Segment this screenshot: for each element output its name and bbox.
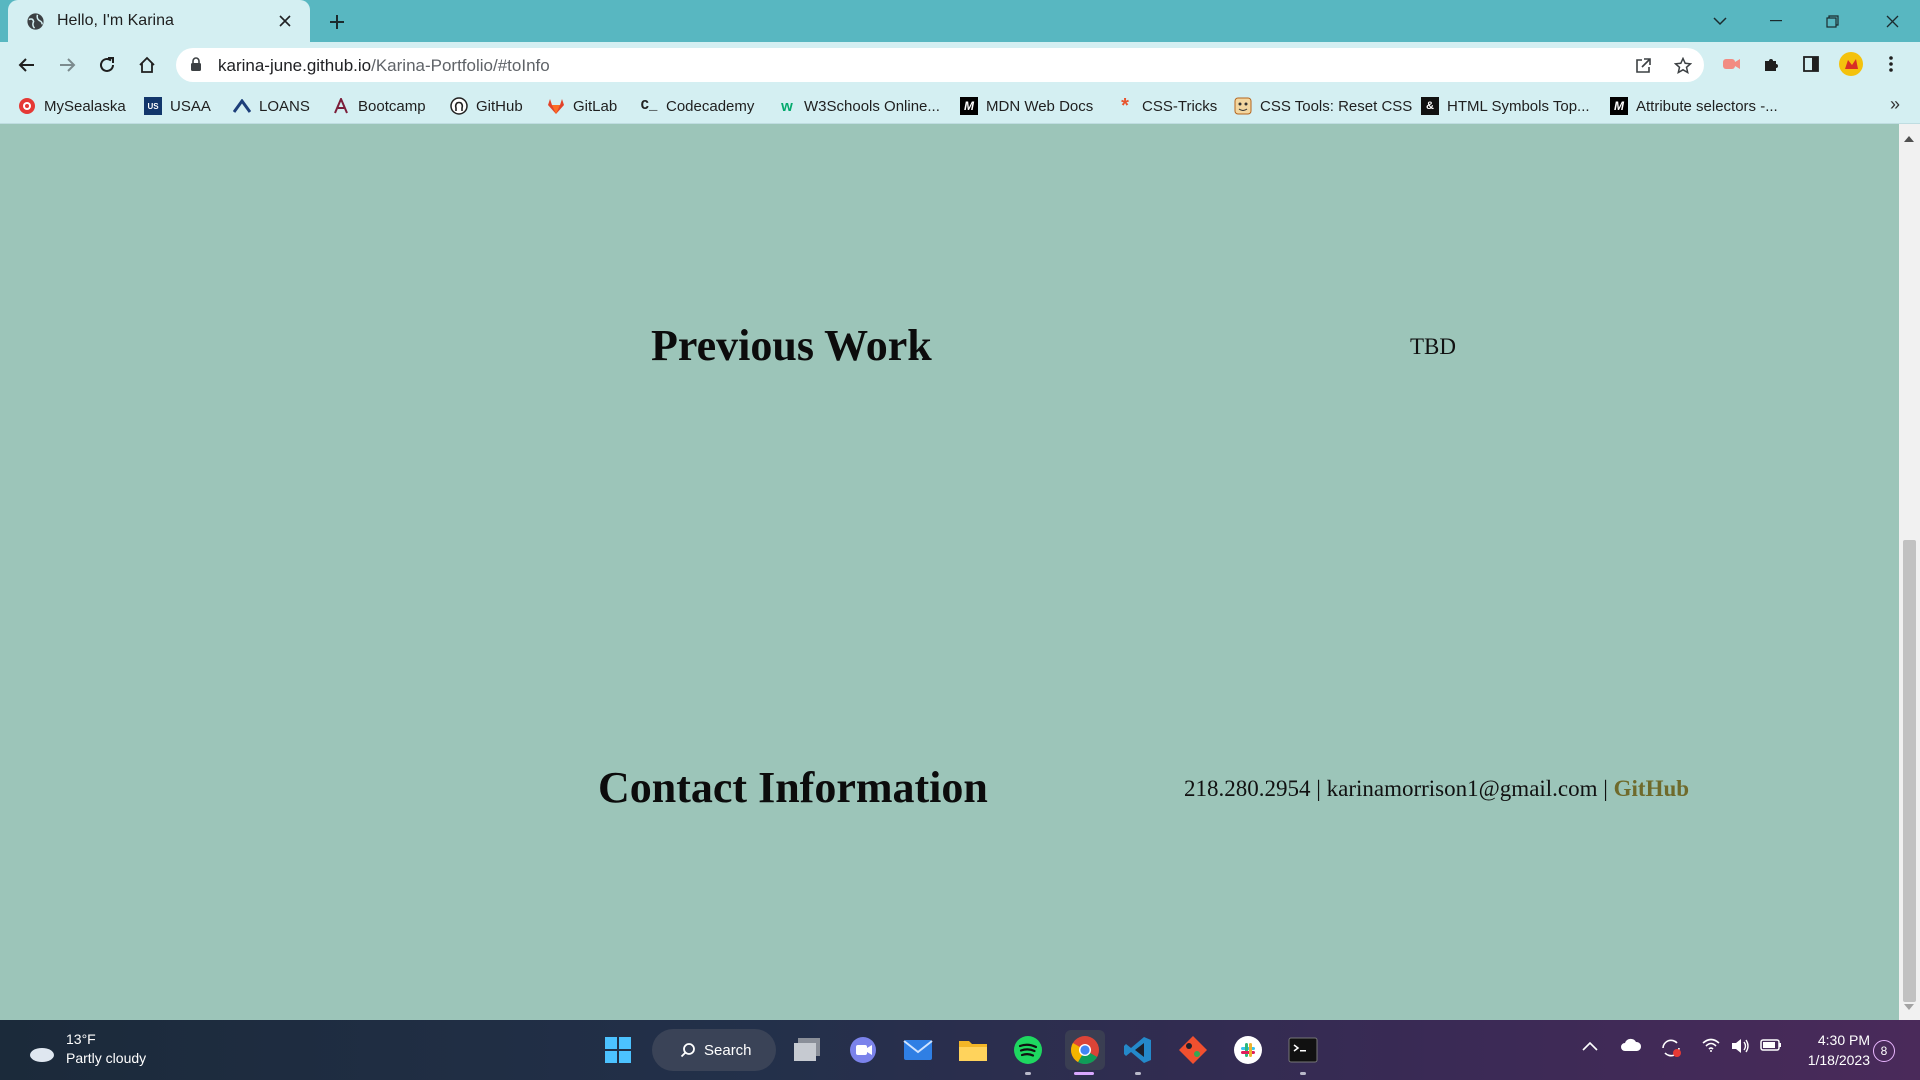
- forward-button[interactable]: [51, 49, 83, 81]
- bookmark-star-icon[interactable]: [1672, 55, 1694, 77]
- extension-cast-icon[interactable]: [1716, 49, 1746, 79]
- system-clock[interactable]: 4:30 PM 1/18/2023: [1798, 1030, 1870, 1070]
- bookmark-css-tricks[interactable]: * CSS-Tricks: [1116, 95, 1217, 117]
- loans-icon: [233, 97, 251, 115]
- codecademy-icon: C_: [640, 98, 658, 114]
- w3schools-icon: w: [781, 97, 793, 115]
- sync-icon[interactable]: [1660, 1038, 1682, 1061]
- chrome-active-indicator: [1074, 1072, 1094, 1075]
- new-tab-button[interactable]: [324, 9, 350, 35]
- show-hidden-icons-chevron-icon[interactable]: [1582, 1038, 1598, 1054]
- bookmark-mysealaska[interactable]: MySealaska: [18, 95, 126, 117]
- spotify-icon[interactable]: [1010, 1032, 1046, 1068]
- terminal-running-indicator: [1300, 1072, 1306, 1075]
- tab-title: Hello, I'm Karina: [57, 12, 174, 29]
- chrome-icon[interactable]: [1065, 1030, 1105, 1070]
- reload-button[interactable]: [91, 49, 123, 81]
- bookmark-w3schools[interactable]: w W3Schools Online...: [778, 95, 940, 117]
- address-bar[interactable]: karina-june.github.io/Karina-Portfolio/#…: [176, 48, 1704, 82]
- bookmarks-bar: MySealaska US USAA LOANS Bootcamp GitHub…: [0, 88, 1920, 124]
- sealaska-icon: [18, 97, 36, 115]
- scroll-up-arrow[interactable]: [1904, 136, 1914, 142]
- reset-css-icon: [1234, 97, 1252, 115]
- home-button[interactable]: [131, 49, 163, 81]
- previous-work-content: TBD: [1410, 334, 1456, 359]
- gitlab-icon: [547, 97, 565, 115]
- bookmark-html-symbols[interactable]: & HTML Symbols Top...: [1421, 95, 1590, 117]
- close-window-button[interactable]: [1864, 0, 1920, 42]
- browser-toolbar: karina-june.github.io/Karina-Portfolio/#…: [0, 42, 1920, 88]
- windows-start-icon[interactable]: [600, 1032, 636, 1068]
- css-tricks-icon: *: [1121, 94, 1129, 117]
- tab-search-chevron-icon[interactable]: [1692, 0, 1748, 42]
- scroll-down-arrow[interactable]: [1904, 1004, 1914, 1010]
- github-icon: [450, 97, 468, 115]
- spotify-running-indicator: [1025, 1072, 1031, 1075]
- search-icon: [680, 1043, 695, 1058]
- bookmark-codecademy[interactable]: C_ Codecademy: [640, 95, 755, 117]
- more-bookmarks-chevron-icon[interactable]: »: [1890, 94, 1900, 115]
- html-symbols-icon: &: [1421, 97, 1439, 115]
- page-scrollbar[interactable]: [1899, 124, 1920, 1020]
- teams-chat-icon[interactable]: [845, 1032, 881, 1068]
- scroll-thumb[interactable]: [1903, 540, 1916, 1002]
- weather-description: Partly cloudy: [66, 1050, 147, 1066]
- separator: |: [1316, 776, 1321, 801]
- bookmark-gitlab[interactable]: GitLab: [547, 95, 617, 117]
- url-text[interactable]: karina-june.github.io/Karina-Portfolio/#…: [218, 56, 550, 76]
- mdn-icon: M: [1610, 97, 1628, 115]
- browser-tab[interactable]: Hello, I'm Karina: [8, 0, 310, 42]
- separator: |: [1603, 776, 1608, 801]
- tab-strip: Hello, I'm Karina: [0, 0, 1920, 42]
- bookmark-attribute-selectors[interactable]: M Attribute selectors -...: [1610, 95, 1778, 117]
- weather-widget[interactable]: 13°F Partly cloudy: [22, 1030, 146, 1068]
- profile-avatar-icon[interactable]: [1836, 49, 1866, 79]
- email-address: karinamorrison1@gmail.com: [1326, 776, 1598, 801]
- bookmark-reset-css[interactable]: CSS Tools: Reset CSS: [1234, 95, 1412, 117]
- share-icon[interactable]: [1632, 55, 1654, 77]
- back-button[interactable]: [11, 49, 43, 81]
- lock-icon[interactable]: [190, 57, 202, 72]
- git-kraken-icon[interactable]: [1175, 1032, 1211, 1068]
- bookmark-loans[interactable]: LOANS: [233, 95, 310, 117]
- volume-icon[interactable]: [1730, 1038, 1750, 1057]
- mdn-icon: M: [960, 97, 978, 115]
- clock-date: 1/18/2023: [1807, 1052, 1870, 1068]
- globe-icon: [27, 12, 44, 30]
- page-content: Previous Work TBD Contact Information 21…: [0, 124, 1899, 1020]
- contact-heading: Contact Information: [598, 763, 988, 812]
- side-panel-icon[interactable]: [1796, 49, 1826, 79]
- terminal-icon[interactable]: [1285, 1032, 1321, 1068]
- bookmark-mdn[interactable]: M MDN Web Docs: [960, 95, 1093, 117]
- partly-cloudy-icon: [27, 1038, 54, 1062]
- battery-icon[interactable]: [1760, 1038, 1782, 1055]
- slack-icon[interactable]: [1230, 1032, 1266, 1068]
- restore-button[interactable]: [1804, 0, 1860, 42]
- close-tab-icon[interactable]: [274, 10, 296, 32]
- menu-kebab-icon[interactable]: [1876, 49, 1906, 79]
- notification-badge[interactable]: 8: [1873, 1040, 1895, 1062]
- wifi-icon[interactable]: [1702, 1038, 1720, 1055]
- extensions-puzzle-icon[interactable]: [1756, 49, 1786, 79]
- vscode-icon[interactable]: [1120, 1032, 1156, 1068]
- windows-taskbar: 13°F Partly cloudy Search 4:30 PM 1/18/2…: [0, 1020, 1920, 1080]
- taskbar-search[interactable]: Search: [652, 1029, 776, 1071]
- weather-temperature: 13°F: [66, 1031, 96, 1047]
- contact-details: 218.280.2954 | karinamorrison1@gmail.com…: [1184, 776, 1689, 802]
- task-view-icon[interactable]: [790, 1032, 826, 1068]
- bootcamp-icon: [332, 97, 350, 115]
- usaa-icon: US: [144, 97, 162, 115]
- github-link[interactable]: GitHub: [1614, 776, 1689, 801]
- bookmark-github[interactable]: GitHub: [450, 95, 523, 117]
- phone-number: 218.280.2954: [1184, 776, 1311, 801]
- file-explorer-icon[interactable]: [955, 1032, 991, 1068]
- minimize-button[interactable]: [1748, 0, 1804, 42]
- bookmark-usaa[interactable]: US USAA: [144, 95, 211, 117]
- vscode-running-indicator: [1135, 1072, 1141, 1075]
- clock-time: 4:30 PM: [1817, 1032, 1870, 1048]
- mail-icon[interactable]: [900, 1032, 936, 1068]
- previous-work-heading: Previous Work: [651, 321, 932, 370]
- onedrive-cloud-icon[interactable]: [1620, 1038, 1642, 1055]
- bookmark-bootcamp[interactable]: Bootcamp: [332, 95, 426, 117]
